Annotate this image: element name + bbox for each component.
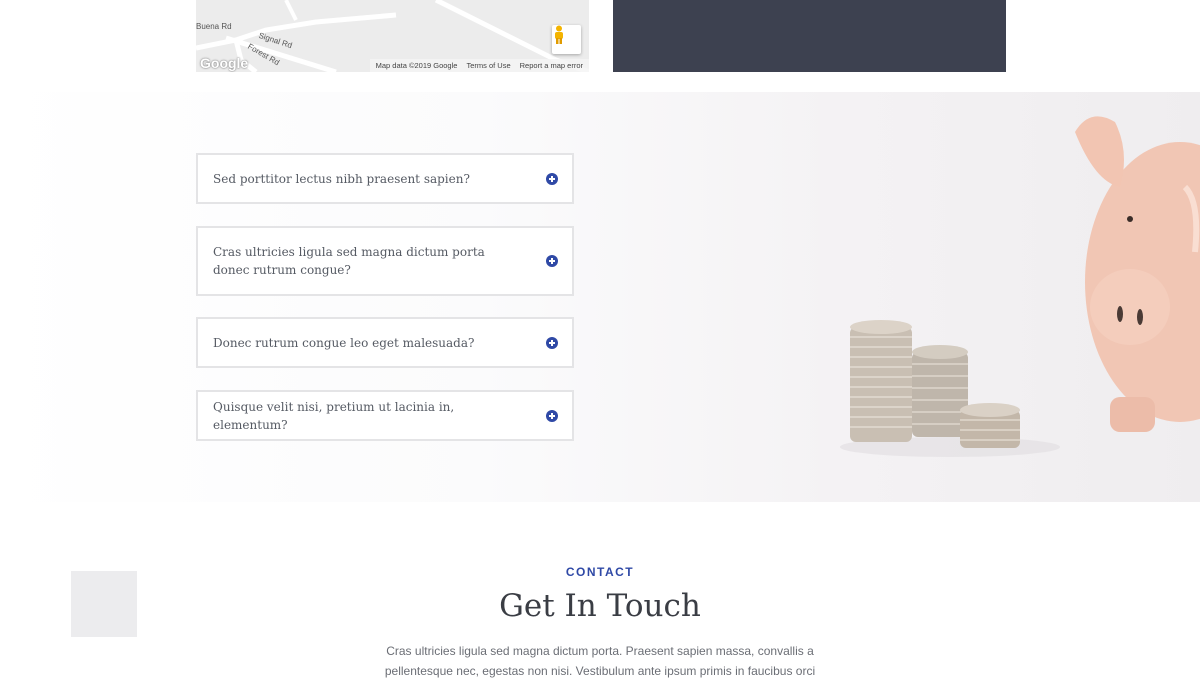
- coin-stack-medium: [912, 345, 968, 437]
- expand-plus-icon[interactable]: [546, 336, 558, 349]
- section-description: Cras ultricies ligula sed magna dictum p…: [384, 644, 816, 678]
- google-logo[interactable]: Google: [200, 55, 248, 71]
- expand-plus-icon[interactable]: [546, 172, 558, 185]
- faq-item[interactable]: Sed porttitor lectus nibh praesent sapie…: [196, 153, 574, 204]
- terms-of-use-link[interactable]: Terms of Use: [466, 61, 510, 70]
- faq-question: Cras ultricies ligula sed magna dictum p…: [213, 245, 485, 277]
- piggy-bank: [1075, 116, 1200, 432]
- expand-plus-icon[interactable]: [546, 255, 558, 267]
- faq-question: Sed porttitor lectus nibh praesent sapie…: [213, 171, 470, 186]
- faq-item[interactable]: Cras ultricies ligula sed magna dictum p…: [196, 226, 574, 296]
- coin-stack-tall: [850, 320, 912, 442]
- street-view-pegman-button[interactable]: [552, 25, 581, 54]
- map-data-credit: Map data ©2019 Google: [375, 61, 458, 70]
- street-label-buena: Buena Rd: [196, 22, 232, 31]
- piggy-bank-coins-illustration: [840, 116, 1200, 457]
- map-embed[interactable]: Buena Rd Signal Rd Forest Rd Google Map …: [196, 0, 589, 72]
- expand-plus-icon[interactable]: [546, 409, 558, 422]
- faq-question: Donec rutrum congue leo eget malesuada?: [213, 335, 475, 350]
- contact-info-panel: [613, 0, 1006, 72]
- faq-item[interactable]: Donec rutrum congue leo eget malesuada?: [196, 317, 574, 368]
- map-footer: Map data ©2019 Google Terms of Use Repor…: [369, 59, 589, 72]
- faq-question: Quisque velit nisi, pretium ut lacinia i…: [213, 399, 455, 432]
- report-map-error-link[interactable]: Report a map error: [520, 61, 583, 70]
- faq-section: Sed porttitor lectus nibh praesent sapie…: [0, 92, 1200, 502]
- section-title: Get In Touch: [499, 588, 701, 624]
- faq-item[interactable]: Quisque velit nisi, pretium ut lacinia i…: [196, 390, 574, 441]
- pegman-icon: [555, 25, 563, 44]
- section-eyebrow: CONTACT: [565, 565, 635, 579]
- coin-stack-short: [960, 403, 1020, 448]
